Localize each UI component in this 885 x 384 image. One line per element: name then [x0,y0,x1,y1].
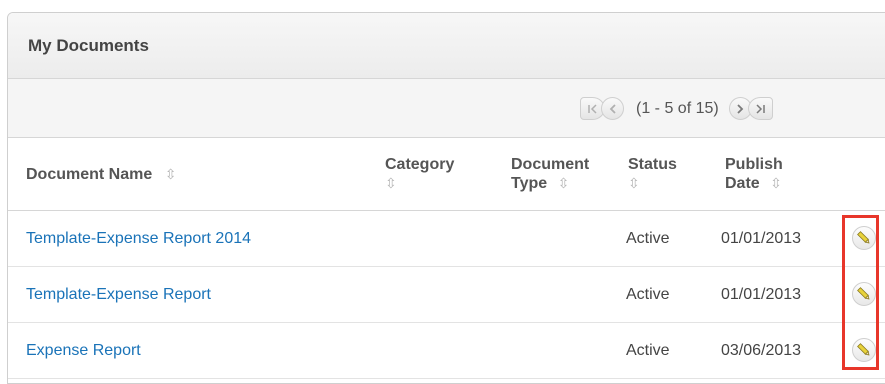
publish-date-cell: 01/01/2013 [721,230,802,247]
previous-page-button[interactable] [601,97,624,120]
document-list: Template-Expense Report 2014 Active 01/0… [8,211,885,379]
column-header-label: Type [511,175,548,192]
column-header-category[interactable]: Category ⇳ [385,155,454,193]
table-row: Template-Expense Report 2014 Active 01/0… [8,211,885,267]
pagination-bar: (1 - 5 of 15) [8,79,885,138]
sort-icon[interactable]: ⇳ [385,174,454,193]
pagination-summary: (1 - 5 of 15) [636,99,719,117]
dashlet-header: My Documents [8,13,885,79]
sort-icon[interactable]: ⇳ [558,175,570,191]
first-page-icon [587,103,597,114]
last-page-icon [756,103,765,114]
publish-date-cell: 01/01/2013 [721,286,802,303]
edit-button[interactable] [852,282,876,306]
sort-icon[interactable]: ⇳ [628,174,677,193]
pencil-icon [857,287,870,300]
column-header-document-type[interactable]: Document Type ⇳ [511,155,589,193]
previous-page-icon [609,103,616,114]
status-cell: Active [626,286,670,303]
pencil-icon [857,231,870,244]
column-header-label: Date [725,175,760,192]
edit-button[interactable] [852,226,876,250]
column-header-label: Document Name [26,166,153,183]
column-header-document-name[interactable]: Document Name ⇳ [26,165,176,184]
column-header-status[interactable]: Status ⇳ [628,155,677,193]
table-header: Document Name ⇳ Category ⇳ Document Type… [8,138,885,211]
column-header-label: Status [628,156,677,173]
document-name-link[interactable]: Template-Expense Report 2014 [26,211,251,267]
pencil-icon [857,343,870,356]
sort-icon[interactable]: ⇳ [770,175,782,191]
pager: (1 - 5 of 15) [580,79,773,138]
edit-button[interactable] [852,338,876,362]
column-header-label: Publish [725,156,783,173]
dashlet-title: My Documents [28,35,149,55]
column-header-label: Document [511,156,590,173]
column-header-label: Category [385,156,455,173]
my-documents-dashlet: My Documents (1 - 5 of 15) Document Name… [7,12,885,384]
status-cell: Active [626,230,670,247]
column-header-publish-date[interactable]: Publish Date ⇳ [725,155,783,193]
sort-icon[interactable]: ⇳ [165,166,177,182]
next-page-icon [737,103,744,114]
last-page-button[interactable] [747,97,773,120]
table-row: Template-Expense Report Active 01/01/201… [8,267,885,323]
document-name-link[interactable]: Template-Expense Report [26,267,211,323]
